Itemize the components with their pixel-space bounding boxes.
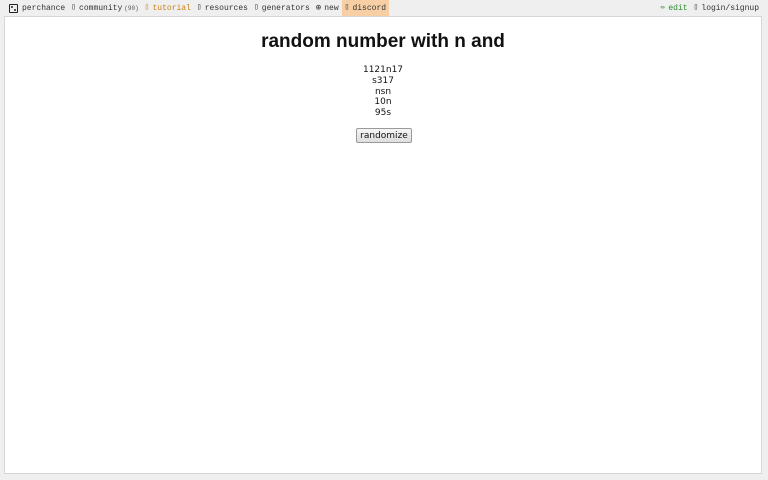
randomize-button[interactable]: randomize xyxy=(356,128,412,143)
nav-community[interactable]: ▯ community (90) xyxy=(68,0,141,16)
nav-edit-label: edit xyxy=(668,3,688,13)
result-list: 1121n17 s317 nsn 10n 95s xyxy=(5,65,761,119)
result-item: s317 xyxy=(372,75,394,86)
pencil-icon: ✏ xyxy=(660,3,666,12)
book-icon: ▯ xyxy=(144,3,150,12)
nav-login[interactable]: ▯ login/signup xyxy=(691,0,762,16)
chat-icon: ▯ xyxy=(71,3,77,12)
box-icon: ▯ xyxy=(196,3,202,12)
nav-generators-label: generators xyxy=(261,3,310,13)
nav-left-group: perchance ▯ community (90) ▯ tutorial ▯ … xyxy=(0,0,390,16)
result-item: nsn xyxy=(374,86,392,97)
dice-icon xyxy=(9,3,18,13)
discord-icon: ▯ xyxy=(344,3,350,12)
nav-resources-label: resources xyxy=(204,3,248,13)
nav-discord[interactable]: ▯ discord xyxy=(341,0,390,16)
list-icon: ▯ xyxy=(253,3,259,12)
plus-circle-icon: ⊕ xyxy=(315,3,322,13)
result-item: 10n xyxy=(374,97,392,108)
nav-perchance[interactable]: perchance xyxy=(0,0,68,16)
nav-community-label: community xyxy=(79,3,123,13)
nav-new-label: new xyxy=(324,3,339,13)
nav-resources[interactable]: ▯ resources xyxy=(194,0,251,16)
result-item: 95s xyxy=(374,108,392,119)
nav-new[interactable]: ⊕ new xyxy=(313,0,342,16)
top-navigation-bar: perchance ▯ community (90) ▯ tutorial ▯ … xyxy=(0,0,768,16)
nav-generators[interactable]: ▯ generators xyxy=(251,0,313,16)
result-item: 1121n17 xyxy=(362,65,404,75)
nav-perchance-label: perchance xyxy=(22,3,66,13)
nav-tutorial-label: tutorial xyxy=(152,3,191,13)
nav-login-label: login/signup xyxy=(701,3,759,13)
generator-output-panel: random number with n and 1121n17 s317 ns… xyxy=(4,16,762,474)
page-title: random number with n and xyxy=(261,31,505,52)
nav-right-group: ✏ edit ▯ login/signup xyxy=(658,0,768,16)
community-count: (90) xyxy=(124,4,139,12)
nav-discord-label: discord xyxy=(352,3,387,13)
user-icon: ▯ xyxy=(693,3,699,12)
nav-tutorial[interactable]: ▯ tutorial xyxy=(142,0,194,16)
nav-edit[interactable]: ✏ edit xyxy=(658,0,691,16)
